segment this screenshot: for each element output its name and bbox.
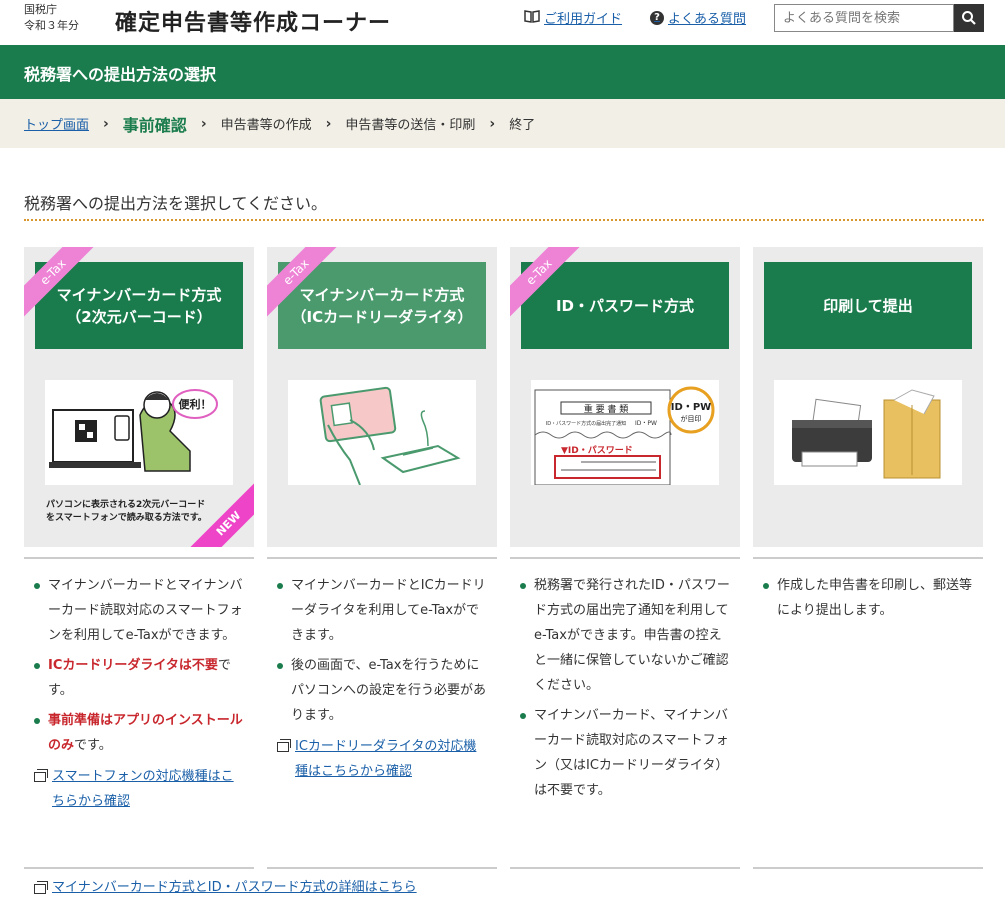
- card-title[interactable]: 印刷して提出: [764, 262, 972, 349]
- link-label: ICカードリーダライタの対応機種はこちらから確認: [295, 739, 477, 779]
- breadcrumb-step-end: 終了: [509, 118, 536, 133]
- site-header: 国税庁 令和３年分 確定申告書等作成コーナー ご利用ガイド ? よくある質問: [0, 0, 1005, 45]
- chevron-right-icon: ›: [200, 115, 207, 132]
- doc-idpw-label: ▼ID・パスワード: [561, 444, 633, 456]
- card-description-2: マイナンバーカードとICカードリーダライタを利用してe-Taxができます。 後の…: [277, 573, 487, 784]
- external-window-icon: [34, 881, 48, 894]
- page-title-bar: 税務署への提出方法の選択: [0, 45, 1005, 99]
- list-item: 税務署で発行されたID・パスワード方式の届出完了通知を利用してe-Taxができま…: [520, 573, 730, 698]
- breadcrumb-top[interactable]: トップ画面: [24, 114, 89, 133]
- card-description-3: 税務署で発行されたID・パスワード方式の届出完了通知を利用してe-Taxができま…: [520, 573, 730, 808]
- agency-label: 国税庁 令和３年分: [24, 2, 79, 34]
- guide-link[interactable]: ご利用ガイド: [524, 8, 622, 27]
- faq-link[interactable]: ? よくある質問: [650, 8, 746, 27]
- instruction-text: 税務署への提出方法を選択してください。: [24, 194, 328, 213]
- caption-line1: パソコンに表示される2次元バーコード: [46, 500, 206, 510]
- option-card-mynumber-reader[interactable]: マイナンバーカード方式 （ICカードリーダライタ） e-Tax: [267, 247, 497, 547]
- divider: [267, 557, 497, 559]
- breadcrumb-step-send: 申告書等の送信・印刷: [345, 118, 476, 133]
- faq-search-input[interactable]: [774, 4, 954, 32]
- list-item: マイナンバーカードとICカードリーダライタを利用してe-Taxができます。: [277, 573, 487, 648]
- breadcrumb-current: 事前確認: [122, 115, 187, 135]
- smartphone-compat-link[interactable]: スマートフォンの対応機種はこちらから確認: [34, 764, 244, 814]
- agency-name: 国税庁: [24, 3, 57, 16]
- smartphone-illustration: 便利！: [45, 380, 233, 485]
- page-title: 税務署への提出方法の選択: [24, 65, 217, 84]
- option-card-id-password[interactable]: ID・パスワード方式 e-Tax 重 要 書 類 ID・パスワード方式の届出完了…: [510, 247, 740, 547]
- method-details-link[interactable]: マイナンバーカード方式とID・パスワード方式の詳細はこちら: [34, 877, 417, 899]
- doc-subtitle: ID・パスワード方式の届出完了通知: [546, 420, 626, 427]
- list-item: マイナンバーカード、マイナンバーカード読取対応のスマートフォン（又はICカードリ…: [520, 703, 730, 803]
- card-title-line2: （2次元バーコード）: [66, 307, 212, 326]
- breadcrumb: トップ画面 › 事前確認 › 申告書等の作成 › 申告書等の送信・印刷 › 終了: [0, 99, 1005, 148]
- notice-illustration: 重 要 書 類 ID・パスワード方式の届出完了通知 ID・PW ▼ID・パスワー…: [531, 380, 719, 485]
- card-title[interactable]: マイナンバーカード方式 （ICカードリーダライタ）: [278, 262, 486, 349]
- list-item: 後の画面で、e-Taxを行うためにパソコンへの設定を行う必要があります。: [277, 653, 487, 728]
- reader-compat-link[interactable]: ICカードリーダライタの対応機種はこちらから確認: [277, 734, 487, 784]
- tax-year: 令和３年分: [24, 19, 79, 32]
- card-title-line1: マイナンバーカード方式: [299, 285, 465, 304]
- printer-illustration: [774, 380, 962, 485]
- divider: [753, 557, 983, 559]
- chevron-right-icon: ›: [489, 115, 496, 132]
- divider: [753, 867, 983, 869]
- question-icon: ?: [650, 10, 664, 25]
- external-window-icon: [277, 739, 291, 752]
- card-description-1: マイナンバーカードとマイナンバーカード読取対応のスマートフォンを利用してe-Ta…: [34, 573, 244, 814]
- divider: [267, 867, 497, 869]
- book-icon: [524, 9, 540, 27]
- list-item-rest: です。: [74, 738, 112, 753]
- divider: [24, 219, 984, 221]
- stamp-line2: が目印: [681, 414, 702, 423]
- list-item: 作成した申告書を印刷し、郵送等により提出します。: [763, 573, 973, 623]
- card-reader-illustration: [288, 380, 476, 485]
- chevron-right-icon: ›: [325, 115, 332, 132]
- card-title-line1: マイナンバーカード方式: [56, 285, 222, 304]
- list-item: マイナンバーカードとマイナンバーカード読取対応のスマートフォンを利用してe-Ta…: [34, 573, 244, 648]
- list-item: ICカードリーダライタは不要です。: [34, 653, 244, 703]
- card-description-4: 作成した申告書を印刷し、郵送等により提出します。: [763, 573, 973, 628]
- card-title-line1: ID・パスワード方式: [555, 296, 695, 315]
- guide-link-label: ご利用ガイド: [544, 12, 623, 27]
- breadcrumb-step-create: 申告書等の作成: [220, 118, 312, 133]
- divider: [510, 557, 740, 559]
- divider: [510, 867, 740, 869]
- option-card-mynumber-qr[interactable]: マイナンバーカード方式 （2次元バーコード） e-Tax 便利！ パソコンに表示さ…: [24, 247, 254, 547]
- divider: [24, 867, 254, 869]
- card-title-line1: 印刷して提出: [823, 296, 913, 315]
- link-label: マイナンバーカード方式とID・パスワード方式の詳細はこちら: [52, 880, 417, 895]
- list-item: 事前準備はアプリのインストールのみです。: [34, 708, 244, 758]
- card-title[interactable]: ID・パスワード方式: [521, 262, 729, 349]
- app-title: 確定申告書等作成コーナー: [115, 11, 392, 36]
- search-icon: [962, 11, 976, 25]
- doc-badge: ID・PW: [635, 420, 657, 427]
- card-title-line2: （ICカードリーダライタ）: [291, 307, 473, 326]
- link-label: スマートフォンの対応機種はこちらから確認: [52, 769, 234, 809]
- bubble-text: 便利！: [179, 397, 212, 411]
- card-title[interactable]: マイナンバーカード方式 （2次元バーコード）: [35, 262, 243, 349]
- emphasis-text: ICカードリーダライタは不要: [48, 658, 218, 673]
- search-button[interactable]: [954, 4, 984, 32]
- divider: [24, 557, 254, 559]
- faq-link-label: よくある質問: [668, 12, 747, 27]
- doc-title: 重 要 書 類: [584, 403, 629, 415]
- chevron-right-icon: ›: [103, 115, 109, 132]
- external-window-icon: [34, 769, 48, 782]
- stamp-line1: ID・PW: [671, 402, 711, 413]
- option-card-print[interactable]: 印刷して提出: [753, 247, 983, 547]
